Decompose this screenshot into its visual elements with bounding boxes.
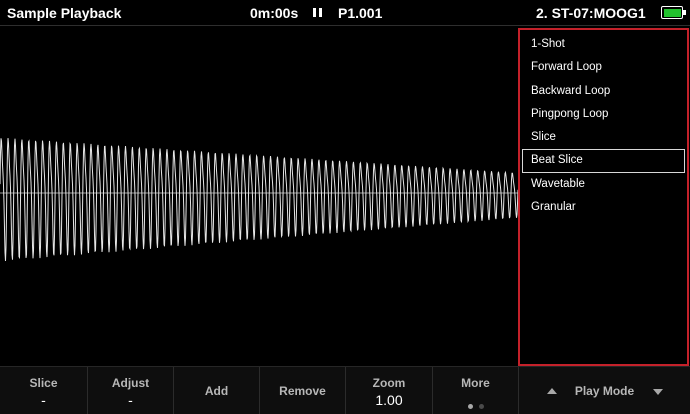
add-button[interactable]: Add — [173, 367, 259, 414]
slice-button[interactable]: Slice - — [0, 367, 87, 414]
play-mode-menu: 1-Shot Forward Loop Backward Loop Pingpong … — [518, 28, 689, 366]
page-indicator — [433, 396, 518, 414]
play-mode-item[interactable]: Backward Loop — [522, 80, 685, 103]
soft-key-bar: Slice - Adjust - Add Remove Zoom 1.00 Mo… — [0, 366, 690, 414]
battery-icon — [661, 6, 683, 19]
waveform-display[interactable] — [0, 27, 518, 365]
play-mode-item[interactable]: Slice — [522, 126, 685, 149]
play-mode-item[interactable]: Pingpong Loop — [522, 103, 685, 126]
slice-value: - — [41, 392, 46, 408]
more-button[interactable]: More — [432, 367, 518, 414]
track-name: 2. ST-07:MOOG1 — [536, 5, 646, 21]
pause-icon — [313, 8, 322, 17]
chevron-up-icon — [547, 388, 557, 394]
play-mode-list: 1-Shot Forward Loop Backward Loop Pingpong … — [520, 30, 687, 219]
slice-label: Slice — [29, 376, 58, 390]
remove-label: Remove — [279, 384, 326, 398]
adjust-button[interactable]: Adjust - — [87, 367, 173, 414]
playback-time: 0m:00s — [250, 5, 299, 21]
play-mode-button[interactable]: Play Mode — [518, 367, 690, 414]
battery-tip — [683, 10, 686, 15]
zoom-button[interactable]: Zoom 1.00 — [345, 367, 432, 414]
zoom-label: Zoom — [372, 376, 406, 390]
page-dot-2 — [478, 404, 484, 409]
play-mode-item[interactable]: 1-Shot — [522, 33, 685, 56]
adjust-label: Adjust — [111, 376, 150, 390]
adjust-value: - — [128, 392, 133, 408]
zoom-value: 1.00 — [375, 392, 403, 408]
waveform-trace — [0, 138, 518, 262]
chevron-down-icon — [653, 389, 663, 395]
more-label: More — [461, 376, 490, 390]
page-title: Sample Playback — [7, 5, 122, 21]
pattern-position: P1.001 — [338, 5, 383, 21]
play-mode-item[interactable]: Granular — [522, 196, 685, 219]
page-dot-1 — [467, 404, 473, 409]
add-label: Add — [204, 384, 229, 398]
play-mode-item[interactable]: Beat Slice — [522, 149, 685, 173]
remove-button[interactable]: Remove — [259, 367, 345, 414]
play-mode-label: Play Mode — [574, 384, 635, 398]
play-mode-item[interactable]: Forward Loop — [522, 56, 685, 79]
play-mode-item[interactable]: Wavetable — [522, 173, 685, 196]
status-bar: Sample Playback 0m:00s P1.001 2. ST-07:M… — [0, 0, 690, 26]
